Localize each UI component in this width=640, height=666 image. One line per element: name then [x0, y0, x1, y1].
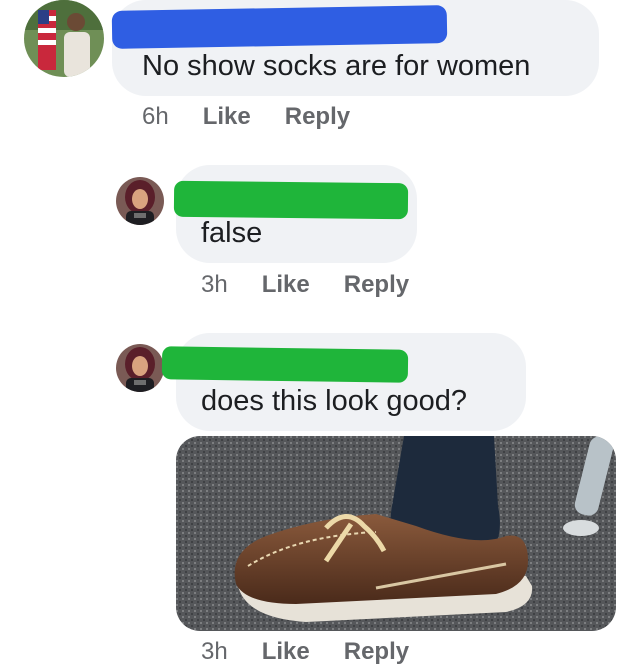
like-button[interactable]: Like [203, 103, 251, 131]
redacted-author-name [161, 346, 409, 383]
avatar-photo-icon [116, 344, 164, 392]
comment-actions: 3h Like Reply [201, 271, 443, 299]
commenter-avatar[interactable] [116, 344, 164, 392]
commenter-avatar[interactable] [116, 177, 164, 225]
reply-button[interactable]: Reply [344, 271, 409, 299]
shoe-photo-icon [176, 436, 616, 631]
comment-timestamp: 3h [201, 271, 228, 298]
like-button[interactable]: Like [262, 638, 310, 666]
reply-button[interactable]: Reply [285, 103, 350, 131]
avatar-photo-icon [116, 177, 164, 225]
attached-photo[interactable] [176, 436, 616, 631]
comment-actions: 3h Like Reply [201, 638, 443, 666]
comment-text: false [201, 217, 263, 249]
comment-actions: 6h Like Reply [142, 103, 384, 131]
commenter-avatar[interactable] [24, 0, 104, 77]
comment-text: No show socks are for women [142, 50, 531, 82]
like-button[interactable]: Like [262, 271, 310, 299]
comment-timestamp: 3h [201, 638, 228, 665]
avatar-photo-icon [24, 0, 104, 77]
reply-button[interactable]: Reply [344, 638, 409, 666]
redacted-author-name [111, 5, 448, 49]
comment-timestamp: 6h [142, 103, 169, 130]
comment-text: does this look good? [201, 385, 468, 417]
redacted-author-name [173, 180, 409, 220]
